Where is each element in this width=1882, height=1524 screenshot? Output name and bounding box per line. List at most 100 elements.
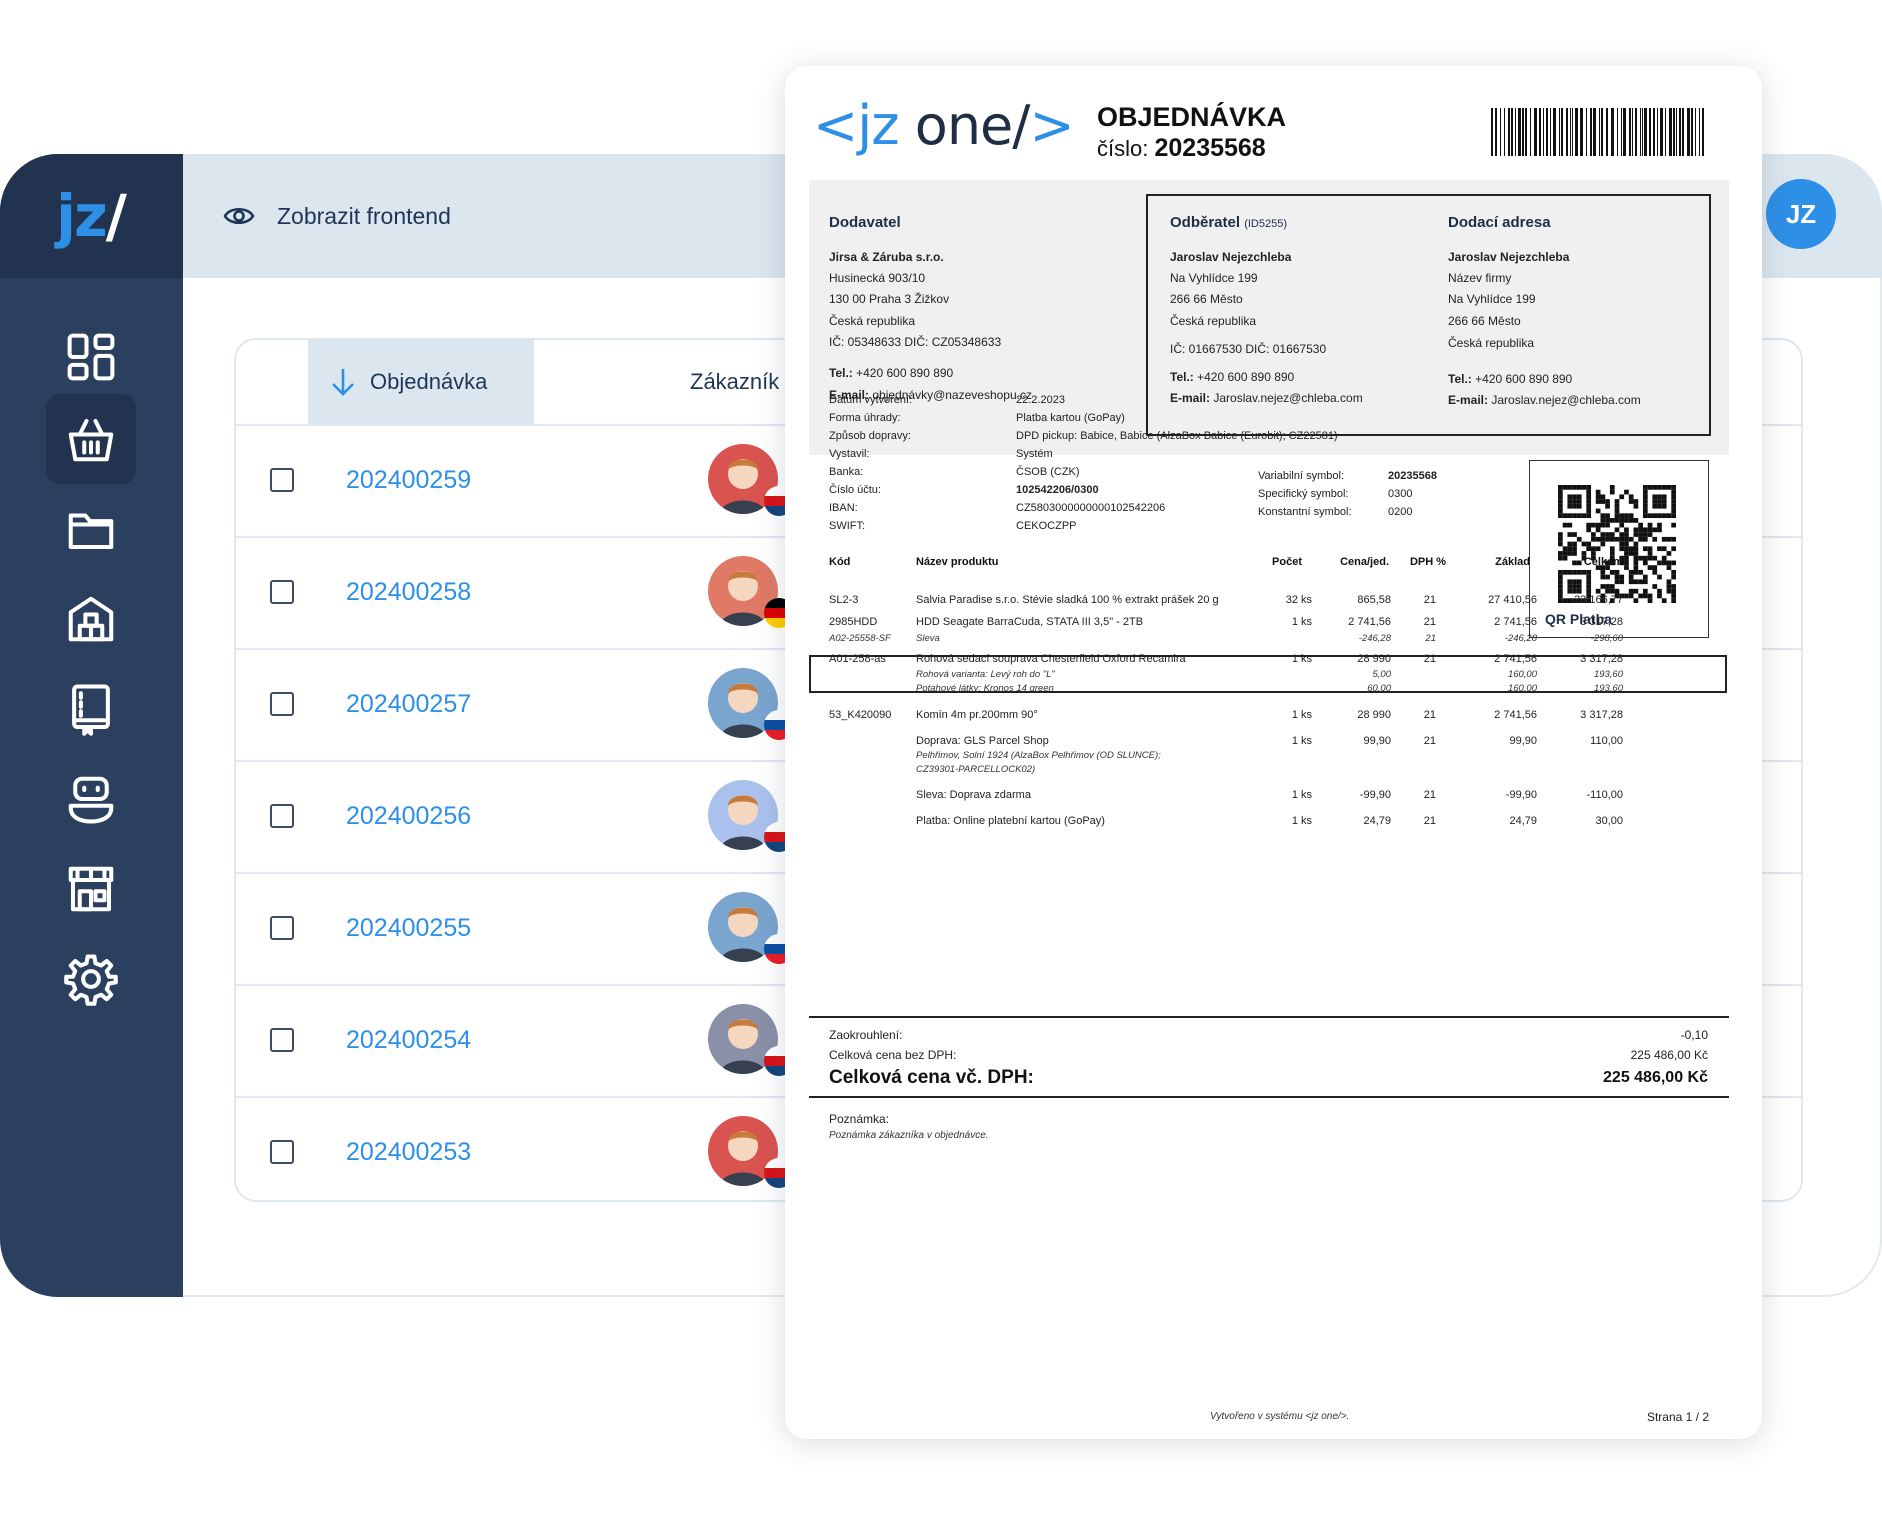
item-price: 99,90 xyxy=(1363,735,1391,747)
item-total: 3 317,28 xyxy=(1580,653,1623,665)
customer-street: Na Vyhlídce 199 xyxy=(1170,271,1258,285)
customer-ids: IČ: 01667530 DIČ: 01667530 xyxy=(1170,342,1327,356)
customer-country: Česká republika xyxy=(1170,314,1257,328)
qr-payment-box: QR Platba xyxy=(1529,460,1709,638)
logo-slash: / xyxy=(1012,94,1030,157)
shipping-note: Pelhřimov, Solní 1924 (AlzaBox Pelhřimov… xyxy=(916,750,1161,761)
note-divider xyxy=(809,1096,1729,1098)
info-value: CZ5803000000000102542206 xyxy=(1016,502,1166,514)
robot-icon xyxy=(68,776,114,824)
items-header-cell: Základ xyxy=(1495,556,1530,568)
nav-automation[interactable] xyxy=(46,754,136,844)
order-number-link[interactable]: 202400258 xyxy=(346,536,471,648)
supplier-country: Česká republika xyxy=(829,314,916,328)
supplier-name: Jirsa & Záruba s.r.o. xyxy=(829,250,944,264)
item-qty: 1 ks xyxy=(1291,653,1312,665)
supplier-tel: Tel.: +420 600 890 890 xyxy=(829,366,954,380)
note-text: Poznámka zákazníka v objednávce. xyxy=(829,1130,989,1141)
order-number-link[interactable]: 202400257 xyxy=(346,648,471,760)
info-label: SWIFT: xyxy=(829,520,866,532)
row-checkbox[interactable] xyxy=(270,1028,294,1052)
item-vat: 21 xyxy=(1423,815,1436,827)
item-total: 110,00 xyxy=(1590,735,1623,747)
item-base: 27 410,56 xyxy=(1488,594,1537,606)
row-checkbox[interactable] xyxy=(270,468,294,492)
symbol-label: Specifický symbol: xyxy=(1258,488,1349,500)
subitem-price: -246,28 xyxy=(1358,633,1391,644)
logo-text: jz xyxy=(56,182,108,250)
order-number-link[interactable]: 202400255 xyxy=(346,872,471,984)
customer-tel: Tel.: +420 600 890 890 xyxy=(1170,370,1295,384)
column-customer-label: Zákazník xyxy=(690,369,780,394)
store-icon xyxy=(68,866,114,912)
info-label: Číslo účtu: xyxy=(829,484,881,496)
subitem-name: Rohová varianta: Levý roh do "L" xyxy=(916,669,1055,680)
subitem-price: 60,00 xyxy=(1367,683,1391,694)
row-checkbox[interactable] xyxy=(270,916,294,940)
item-vat: 21 xyxy=(1423,735,1436,747)
logo-close-bracket: > xyxy=(1029,94,1074,157)
item-price: 24,79 xyxy=(1363,815,1391,827)
delivery-city: 266 66 Město xyxy=(1448,314,1521,328)
item-qty: 1 ks xyxy=(1291,789,1312,801)
order-number-link[interactable]: 202400256 xyxy=(346,760,471,872)
item-vat: 21 xyxy=(1423,789,1436,801)
item-price: 2 741,56 xyxy=(1348,616,1391,628)
nav-catalog[interactable] xyxy=(46,664,136,754)
nav-warehouse[interactable] xyxy=(46,574,136,664)
row-checkbox[interactable] xyxy=(270,692,294,716)
nav-store[interactable] xyxy=(46,844,136,934)
supplier-city: 130 00 Praha 3 Žižkov xyxy=(829,292,950,306)
brand-logo[interactable]: jz / xyxy=(0,154,183,278)
row-checkbox[interactable] xyxy=(270,804,294,828)
item-qty: 1 ks xyxy=(1291,616,1312,628)
delivery-country: Česká republika xyxy=(1448,336,1535,350)
items-header-cell: Cena/jed. xyxy=(1340,556,1389,568)
show-frontend-link[interactable]: Zobrazit frontend xyxy=(223,154,451,278)
info-label: Vystavil: xyxy=(829,448,870,460)
document-number: číslo: 20235568 xyxy=(1097,134,1266,163)
delivery-heading: Dodací adresa xyxy=(1448,214,1551,231)
info-value: CEKOCZPP xyxy=(1016,520,1077,532)
subitem-base: 160,00 xyxy=(1507,683,1537,694)
item-base: -99,90 xyxy=(1505,789,1537,801)
item-base: 24,79 xyxy=(1509,815,1537,827)
order-number-link[interactable]: 202400259 xyxy=(346,424,471,536)
item-name: Rohová sedací souprava Chesterfield Oxfo… xyxy=(916,653,1186,665)
catalog-book-icon xyxy=(72,684,110,736)
supplier-heading: Dodavatel xyxy=(829,214,901,231)
rounding-label: Zaokrouhlení: xyxy=(829,1028,903,1042)
row-checkbox[interactable] xyxy=(270,580,294,604)
item-vat: 21 xyxy=(1423,709,1436,721)
symbol-label: Variabilní symbol: xyxy=(1258,470,1344,482)
item-price: 28 990 xyxy=(1357,653,1391,665)
arrow-down-icon xyxy=(332,369,354,396)
items-header-cell: Kód xyxy=(829,556,851,568)
nav-settings[interactable] xyxy=(46,934,136,1024)
item-total: 3 317,28 xyxy=(1580,616,1623,628)
info-value: DPD pickup: Babice, Babice (AlzaBox Babi… xyxy=(1016,430,1338,442)
qr-code-icon xyxy=(1558,485,1676,603)
info-value: 22.2.2023 xyxy=(1016,394,1065,406)
nav-orders[interactable] xyxy=(46,394,136,484)
subitem-name: Potahové látky: Kronos 14 green xyxy=(916,683,1054,694)
sidebar: jz / xyxy=(0,154,183,1297)
nav-files[interactable] xyxy=(46,484,136,574)
delivery-street: Na Vyhlídce 199 xyxy=(1448,292,1536,306)
order-number-link[interactable]: 202400253 xyxy=(346,1096,471,1200)
column-order-sort[interactable]: Objednávka xyxy=(308,340,534,424)
user-avatar[interactable]: JZ xyxy=(1766,179,1836,249)
item-code: 53_K420090 xyxy=(829,709,892,721)
subitem-base: -246,28 xyxy=(1504,633,1537,644)
info-value: ČSOB (CZK) xyxy=(1016,466,1080,478)
item-total: 33 166,77 xyxy=(1574,594,1623,606)
column-customer[interactable]: Zákazník xyxy=(690,340,779,424)
nav-dashboard[interactable] xyxy=(46,312,136,402)
net-total-label: Celková cena bez DPH: xyxy=(829,1048,957,1062)
item-code: 2985HDD xyxy=(829,616,878,628)
row-checkbox[interactable] xyxy=(270,1140,294,1164)
order-number-link[interactable]: 202400254 xyxy=(346,984,471,1096)
shipping-note: CZ39301-PARCELLOCK02) xyxy=(916,764,1036,775)
info-value: 102542206/0300 xyxy=(1016,484,1099,496)
delivery-company: Název firmy xyxy=(1448,271,1512,285)
